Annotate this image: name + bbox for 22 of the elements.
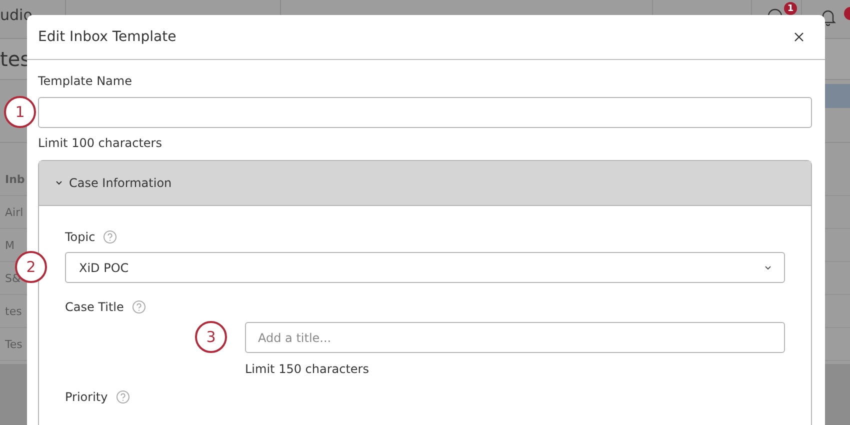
dropdown[interactable]: XiD POC: [65, 252, 785, 283]
accordion-header[interactable]: Case Information: [39, 161, 811, 206]
close-icon: [794, 32, 804, 42]
field-label: Template Name: [38, 74, 133, 88]
dialog-title: Edit Inbox Template: [38, 29, 176, 45]
notification-badge: 1: [784, 2, 797, 15]
list-item[interactable]: Airl: [5, 206, 24, 218]
list-item[interactable]: tes: [5, 304, 22, 318]
hint-text: Limit 100 characters: [38, 136, 163, 150]
field-label: Topic: [65, 230, 96, 244]
caret-icon: [764, 264, 772, 270]
field-label: Case Title: [65, 300, 124, 314]
step-marker: 3: [195, 321, 227, 353]
list-item[interactable]: M: [5, 238, 14, 252]
list-item[interactable]: Tes: [5, 338, 22, 350]
hint-text: Limit 150 characters: [245, 362, 370, 376]
input-field[interactable]: Add a title...: [245, 322, 785, 353]
field-label: Priority: [65, 390, 108, 404]
list-item[interactable]: S&: [5, 272, 21, 284]
step-marker: 1: [4, 96, 36, 128]
input-field[interactable]: [38, 97, 812, 128]
column-header: Inb: [5, 172, 25, 186]
